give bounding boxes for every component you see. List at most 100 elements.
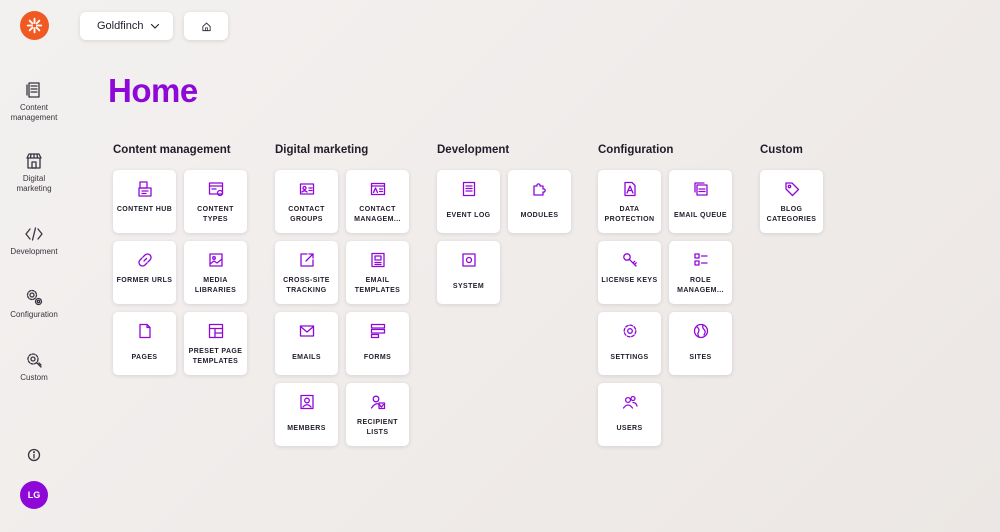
chevron-down-icon	[151, 23, 160, 29]
section-title: Digital marketing	[275, 144, 369, 156]
tile-preset-page-templates[interactable]: PRESET PAGE TEMPLATES	[184, 312, 247, 375]
section-configuration: Configuration DATA PROTECTION EMAIL QUEU…	[598, 143, 732, 446]
tile-contact-groups[interactable]: CONTACT GROUPS	[275, 170, 338, 233]
tile-forms[interactable]: FORMS	[346, 312, 409, 375]
tile-label: MEDIA LIBRARIES	[194, 277, 237, 294]
store-icon	[26, 153, 42, 169]
contact-groups-icon	[299, 183, 314, 195]
email-template-icon	[370, 252, 385, 268]
avatar[interactable]: LG	[20, 481, 48, 509]
tile-license-keys[interactable]: LICENSE KEYS	[598, 241, 661, 304]
tile-sites[interactable]: SITES	[669, 312, 732, 375]
site-name: Goldfinch	[97, 20, 144, 32]
tile-label: CROSS-SITE TRACKING	[283, 277, 330, 294]
tile-label: PAGES	[131, 354, 158, 361]
tile-label: CONTENT HUB	[116, 206, 173, 213]
tile-system[interactable]: SYSTEM	[437, 241, 500, 304]
data-protection-icon	[623, 181, 636, 197]
sidebar: Content management Digital marketing Dev…	[0, 0, 68, 532]
log-icon	[462, 181, 475, 197]
tile-users[interactable]: USERS	[598, 383, 661, 446]
tile-label: SYSTEM	[452, 283, 485, 290]
app-logo[interactable]	[20, 11, 49, 40]
tile-media-libraries[interactable]: MEDIA LIBRARIES	[184, 241, 247, 304]
member-icon	[299, 394, 314, 410]
tile-label: LICENSE KEYS	[601, 277, 658, 284]
section-content-management: Content management CONTENT HUB CONTENT T…	[113, 143, 247, 375]
tile-content-types[interactable]: CONTENT TYPES	[184, 170, 247, 233]
tile-settings[interactable]: SETTINGS	[598, 312, 661, 375]
tile-emails[interactable]: EMAILS	[275, 312, 338, 375]
system-icon	[461, 253, 476, 267]
tile-data-protection[interactable]: DATA PROTECTION	[598, 170, 661, 233]
tile-email-queue[interactable]: EMAIL QUEUE	[669, 170, 732, 233]
content-icon	[26, 82, 40, 98]
forms-icon	[370, 323, 385, 339]
sidebar-item-custom[interactable]: Custom	[0, 351, 68, 383]
logo-icon	[26, 17, 43, 34]
home-button[interactable]	[184, 12, 228, 40]
users-icon	[622, 395, 638, 409]
tile-label: CONTACT MANAGEM...	[354, 206, 401, 223]
tile-blog-categories[interactable]: BLOG CATEGORIES	[760, 170, 823, 233]
puzzle-icon	[532, 183, 546, 196]
sidebar-item-label: Configuration	[10, 310, 58, 319]
section-title: Configuration	[598, 144, 674, 156]
section-development: Development EVENT LOG MODULES SYSTEM	[437, 143, 571, 304]
tile-former-urls[interactable]: FORMER URLS	[113, 241, 176, 304]
tile-label: RECIPIENT LISTS	[357, 419, 398, 436]
section-digital-marketing: Digital marketing CONTACT GROUPS CONTACT…	[275, 143, 409, 446]
external-link-icon	[299, 253, 314, 267]
content-hub-icon	[137, 181, 152, 197]
tile-label: BLOG CATEGORIES	[766, 206, 817, 223]
content-types-icon	[208, 182, 223, 197]
gear-icon	[623, 324, 636, 338]
globe-icon	[693, 323, 708, 339]
site-selector[interactable]: Goldfinch	[80, 12, 173, 40]
tile-cross-site-tracking[interactable]: CROSS-SITE TRACKING	[275, 241, 338, 304]
tile-label: FORMER URLS	[116, 277, 173, 284]
tile-label: EMAILS	[292, 354, 321, 361]
tile-label: MODULES	[520, 212, 559, 219]
tile-email-templates[interactable]: EMAIL TEMPLATES	[346, 241, 409, 304]
tile-label: MEMBERS	[287, 425, 326, 432]
envelope-icon	[299, 325, 314, 337]
tile-label: EMAIL TEMPLATES	[354, 277, 401, 294]
sidebar-item-label: Custom	[20, 373, 48, 382]
template-icon	[208, 323, 223, 339]
tile-label: PRESET PAGE TEMPLATES	[188, 348, 243, 365]
code-icon	[25, 227, 43, 241]
tile-pages[interactable]: PAGES	[113, 312, 176, 375]
tile-label: EVENT LOG	[446, 212, 491, 219]
sidebar-item-label: Digital marketing	[16, 174, 52, 193]
tile-label: FORMS	[363, 354, 392, 361]
sidebar-item-label: Development	[10, 247, 58, 256]
tile-contact-management[interactable]: CONTACT MANAGEM...	[346, 170, 409, 233]
gears-icon	[26, 289, 43, 306]
tile-label: SITES	[689, 354, 712, 361]
sidebar-item-label: Content management	[10, 103, 58, 122]
page-title: Home	[108, 72, 198, 109]
sidebar-item-digital-marketing[interactable]: Digital marketing	[0, 152, 68, 193]
tag-icon	[784, 182, 799, 197]
sidebar-item-configuration[interactable]: Configuration	[0, 288, 68, 320]
section-title: Development	[437, 144, 510, 156]
section-title: Content management	[113, 144, 231, 156]
tile-label: CONTACT GROUPS	[288, 206, 325, 223]
info-icon[interactable]	[26, 447, 42, 463]
tile-content-hub[interactable]: CONTENT HUB	[113, 170, 176, 233]
sidebar-item-development[interactable]: Development	[0, 225, 68, 257]
tile-label: CONTENT TYPES	[197, 206, 234, 223]
media-icon	[208, 253, 223, 267]
sidebar-item-content-management[interactable]: Content management	[0, 81, 68, 122]
link-icon	[137, 253, 152, 267]
tile-label: ROLE MANAGEM...	[677, 277, 724, 294]
tile-event-log[interactable]: EVENT LOG	[437, 170, 500, 233]
tile-members[interactable]: MEMBERS	[275, 383, 338, 446]
tile-role-management[interactable]: ROLE MANAGEM...	[669, 241, 732, 304]
section-title: Custom	[760, 144, 803, 156]
key-icon	[622, 253, 637, 267]
tile-modules[interactable]: MODULES	[508, 170, 571, 233]
tile-recipient-lists[interactable]: RECIPIENT LISTS	[346, 383, 409, 446]
page-icon	[138, 323, 151, 339]
